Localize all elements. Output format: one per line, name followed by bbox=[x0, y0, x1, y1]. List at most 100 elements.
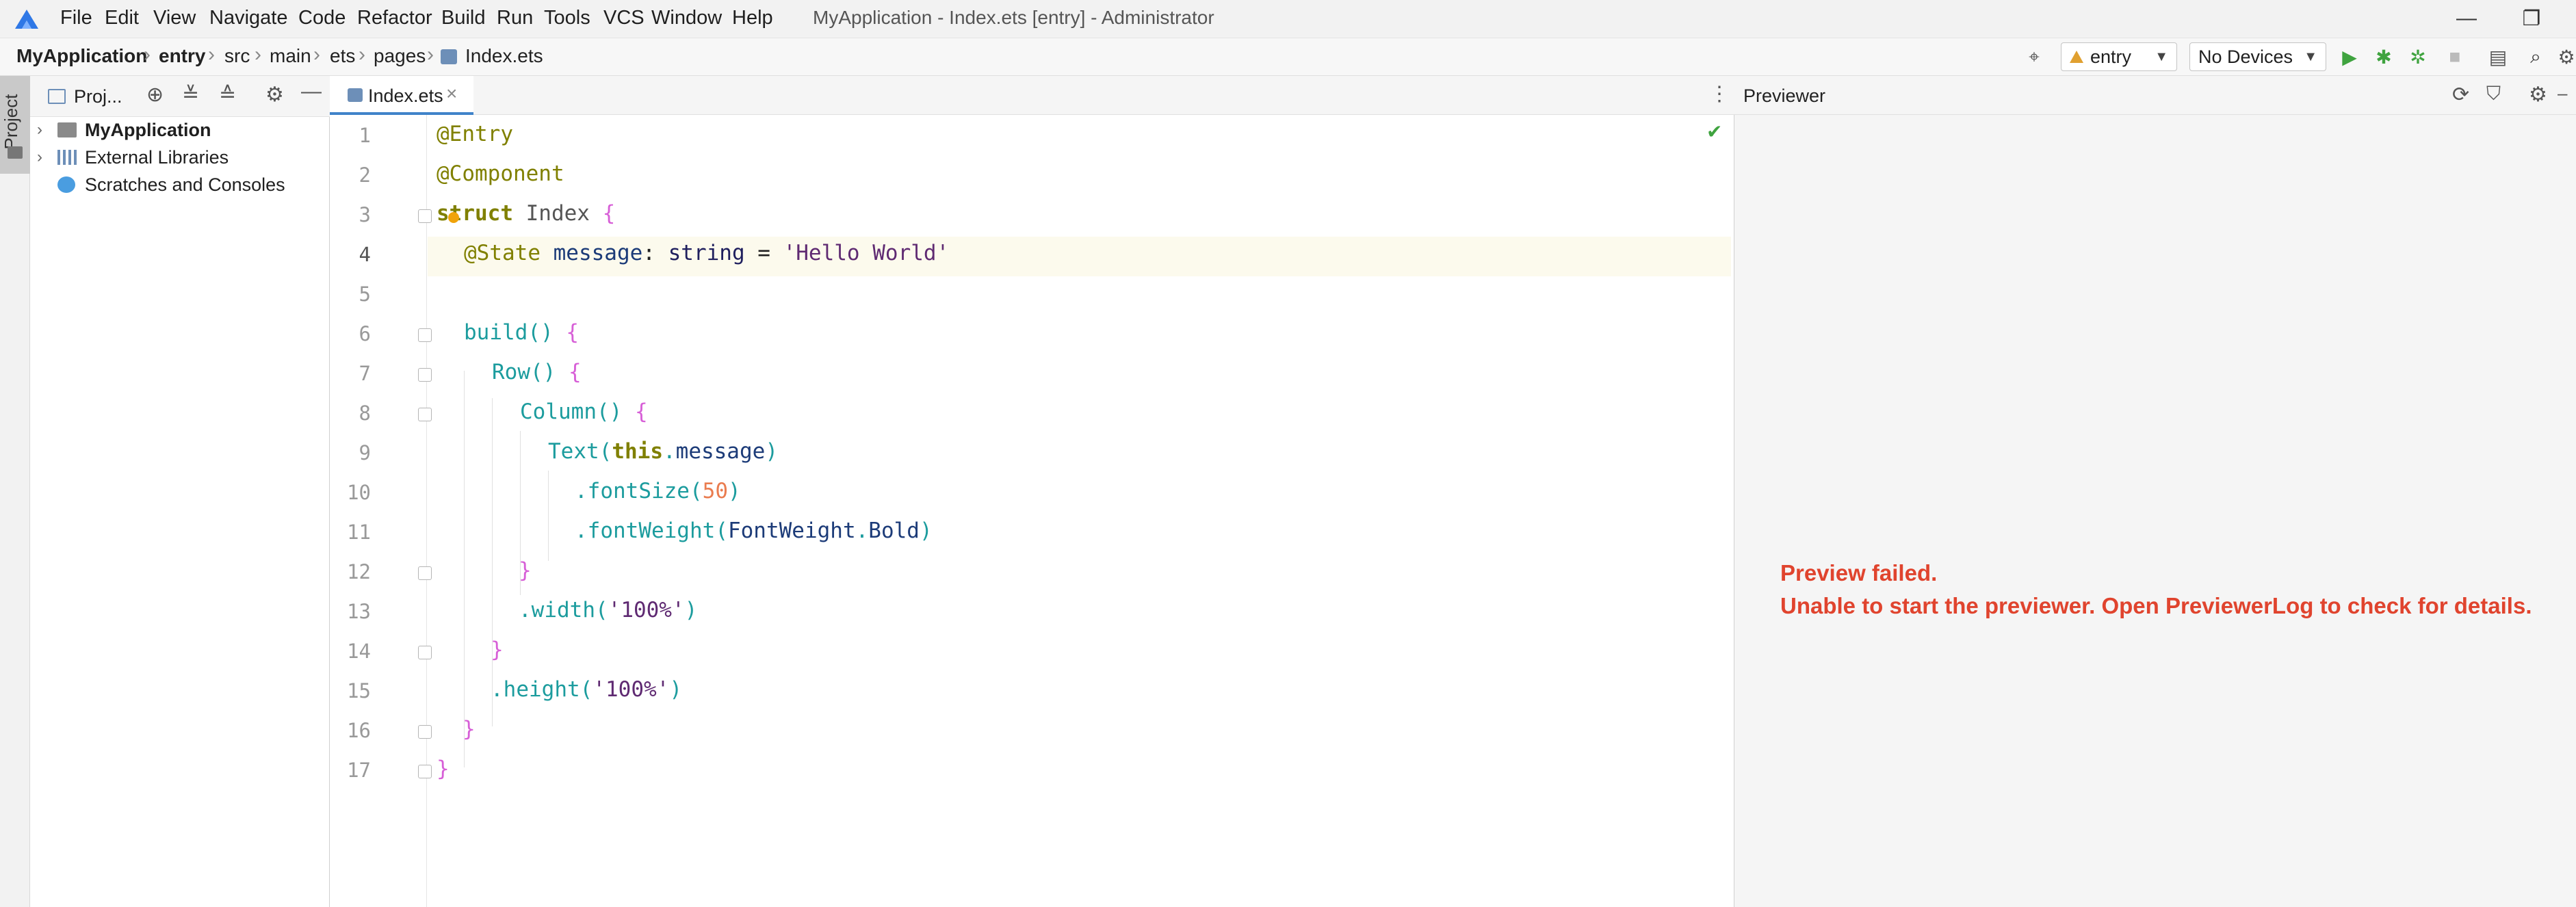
app-logo-icon bbox=[15, 10, 38, 29]
minimize-button[interactable]: — bbox=[2446, 4, 2487, 33]
editor-gutter bbox=[330, 115, 427, 907]
breadcrumb-ets[interactable]: ets bbox=[330, 45, 355, 67]
code-token: { bbox=[566, 320, 579, 345]
hide-panel-icon[interactable]: – bbox=[2558, 83, 2567, 104]
tree-item-external-libraries[interactable]: › External Libraries bbox=[30, 144, 330, 171]
inspection-ok-icon[interactable]: ✔ bbox=[1706, 120, 1722, 143]
line-number: 16 bbox=[347, 719, 371, 742]
stop-icon[interactable]: ■ bbox=[2444, 46, 2466, 68]
settings-icon[interactable]: ⚙ bbox=[2555, 46, 2576, 68]
device-select[interactable]: No Devices ▼ bbox=[2189, 42, 2326, 71]
code-token: string bbox=[668, 241, 745, 265]
menu-navigate[interactable]: Navigate bbox=[209, 7, 287, 29]
code-line-8: Column() { bbox=[520, 399, 648, 424]
project-view-icon bbox=[48, 89, 66, 104]
hide-panel-icon[interactable]: — bbox=[301, 80, 322, 103]
code-token: Index bbox=[512, 201, 603, 226]
code-token: 'Hello World' bbox=[783, 241, 950, 265]
profile-icon[interactable]: ✲ bbox=[2407, 46, 2429, 68]
chevron-right-icon[interactable]: › bbox=[37, 120, 57, 140]
breadcrumb-main[interactable]: main bbox=[270, 45, 311, 67]
chevron-right-icon[interactable]: › bbox=[37, 148, 57, 167]
intention-bulb-icon[interactable] bbox=[448, 212, 459, 223]
restore-button[interactable]: ❐ bbox=[2511, 4, 2552, 33]
run-icon[interactable]: ▶ bbox=[2339, 46, 2360, 68]
fold-marker[interactable] bbox=[418, 566, 432, 580]
code-line-17: } bbox=[437, 757, 450, 781]
code-line-11: .fontWeight(FontWeight.Bold) bbox=[575, 518, 933, 543]
breadcrumb: MyApplication › entry › src › main › ets… bbox=[0, 38, 2576, 76]
inspector-icon[interactable]: ⛉ bbox=[2486, 83, 2501, 105]
collapse-all-icon[interactable]: ≙ bbox=[219, 83, 236, 107]
editor-options-icon[interactable]: ⋮ bbox=[1709, 82, 1730, 106]
title-bar: File Edit View Navigate Code Refactor Bu… bbox=[0, 0, 2576, 38]
fold-marker[interactable] bbox=[418, 368, 432, 382]
line-number: 9 bbox=[359, 441, 371, 464]
window-title: MyApplication - Index.ets [entry] - Admi… bbox=[813, 7, 1214, 28]
module-select[interactable]: entry ▼ bbox=[2061, 42, 2177, 71]
menu-build[interactable]: Build bbox=[441, 7, 486, 29]
code-token: ) bbox=[684, 598, 698, 622]
debug-icon[interactable]: ✱ bbox=[2373, 46, 2395, 68]
code-line-6: build() { bbox=[464, 320, 579, 345]
code-token: '100%' bbox=[593, 677, 670, 702]
menu-code[interactable]: Code bbox=[298, 7, 346, 29]
menu-refactor[interactable]: Refactor bbox=[357, 7, 432, 29]
fold-marker[interactable] bbox=[418, 209, 432, 223]
breadcrumb-index-ets[interactable]: Index.ets bbox=[465, 45, 543, 67]
ets-file-icon bbox=[348, 88, 363, 102]
fold-marker[interactable] bbox=[418, 408, 432, 421]
breadcrumb-src[interactable]: src bbox=[224, 45, 250, 67]
code-area[interactable] bbox=[427, 115, 1734, 907]
code-token: @Entry bbox=[437, 122, 513, 146]
editor-tab-index-ets[interactable]: Index.ets × bbox=[330, 76, 473, 115]
device-manager-icon[interactable]: ▤ bbox=[2487, 46, 2509, 68]
gear-icon[interactable]: ⚙ bbox=[265, 83, 284, 107]
breadcrumb-entry[interactable]: entry bbox=[159, 45, 205, 67]
menu-view[interactable]: View bbox=[153, 7, 196, 29]
line-number: 2 bbox=[359, 163, 371, 187]
code-token: { bbox=[634, 399, 648, 424]
line-number: 12 bbox=[347, 560, 371, 583]
chevron-right-icon: › bbox=[313, 43, 320, 66]
project-panel-title[interactable]: Proj... bbox=[74, 86, 122, 107]
indent-guide bbox=[548, 471, 549, 561]
expand-all-icon[interactable]: ≚ bbox=[182, 83, 199, 107]
target-icon[interactable]: ⌖ bbox=[2023, 46, 2045, 68]
menu-edit[interactable]: Edit bbox=[105, 7, 139, 29]
menu-window[interactable]: Window bbox=[651, 7, 722, 29]
menu-vcs[interactable]: VCS bbox=[603, 7, 645, 29]
code-token: FontWeight bbox=[727, 518, 856, 543]
fold-marker[interactable] bbox=[418, 765, 432, 778]
locate-icon[interactable]: ⊕ bbox=[146, 83, 164, 107]
code-token: ) bbox=[727, 479, 741, 503]
fold-marker[interactable] bbox=[418, 725, 432, 739]
line-number: 14 bbox=[347, 640, 371, 663]
line-number: 1 bbox=[359, 124, 371, 147]
menu-help[interactable]: Help bbox=[732, 7, 773, 29]
menu-file[interactable]: File bbox=[60, 7, 92, 29]
code-line-4: @State message: string = 'Hello World' bbox=[464, 241, 949, 265]
breadcrumb-myapplication[interactable]: MyApplication bbox=[16, 45, 147, 67]
breadcrumb-pages[interactable]: pages bbox=[374, 45, 426, 67]
refresh-icon[interactable]: ⟳ bbox=[2452, 83, 2469, 107]
code-token: this bbox=[612, 439, 663, 464]
code-token: @State bbox=[464, 241, 541, 265]
fold-marker[interactable] bbox=[418, 646, 432, 659]
menu-run[interactable]: Run bbox=[497, 7, 533, 29]
indent-guide bbox=[464, 371, 465, 767]
tree-item-myapplication[interactable]: › MyApplication bbox=[30, 116, 330, 144]
tree-item-label: External Libraries bbox=[85, 146, 229, 168]
chevron-down-icon: ▼ bbox=[2304, 49, 2317, 64]
code-token: } bbox=[491, 637, 504, 662]
fold-marker[interactable] bbox=[418, 328, 432, 342]
gear-icon[interactable]: ⚙ bbox=[2529, 83, 2547, 107]
close-icon[interactable]: × bbox=[446, 83, 457, 105]
menu-tools[interactable]: Tools bbox=[544, 7, 590, 29]
device-select-value: No Devices bbox=[2198, 46, 2293, 67]
code-token: Bold bbox=[868, 518, 920, 543]
code-token: ( bbox=[595, 598, 608, 622]
search-icon[interactable]: ⌕ bbox=[2525, 46, 2547, 68]
code-line-3: struct Index { bbox=[437, 201, 615, 226]
tree-item-scratches[interactable]: Scratches and Consoles bbox=[30, 171, 330, 198]
